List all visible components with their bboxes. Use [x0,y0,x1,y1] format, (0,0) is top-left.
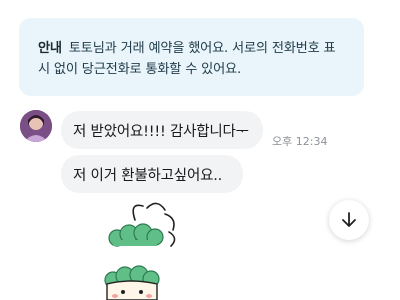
flower-character-sticker[interactable] [95,200,205,300]
scroll-to-bottom-button[interactable] [329,200,369,240]
message-text: 저 받았어요!!!! 감사합니다ᅮ [73,124,249,140]
trade-notice-banner: 안내 토토님과 거래 예약을 했어요. 서로의 전화번호 표 시 없이 당근전화로… [19,18,364,96]
notice-text-line1: 토토님과 거래 예약을 했어요. 서로의 전화번호 표 [68,41,336,56]
notice-label: 안내 [38,41,62,56]
user-avatar-icon [20,110,52,142]
sticker-image [104,202,176,300]
avatar[interactable] [20,110,52,142]
chat-screen: 안내 토토님과 거래 예약을 했어요. 서로의 전화번호 표 시 없이 당근전화로… [0,0,400,300]
arrow-down-icon [342,212,356,227]
message-bubble[interactable]: 저 받았어요!!!! 감사합니다ᅮ [61,111,263,149]
message-bubble[interactable]: 저 이거 환불하고싶어요.. [61,155,243,193]
message-timestamp: 오후 12:34 [272,135,328,148]
message-text: 저 이거 환불하고싶어요.. [73,168,223,184]
notice-text-line2: 시 없이 당근전화로 통화할 수 있어요. [38,62,241,77]
